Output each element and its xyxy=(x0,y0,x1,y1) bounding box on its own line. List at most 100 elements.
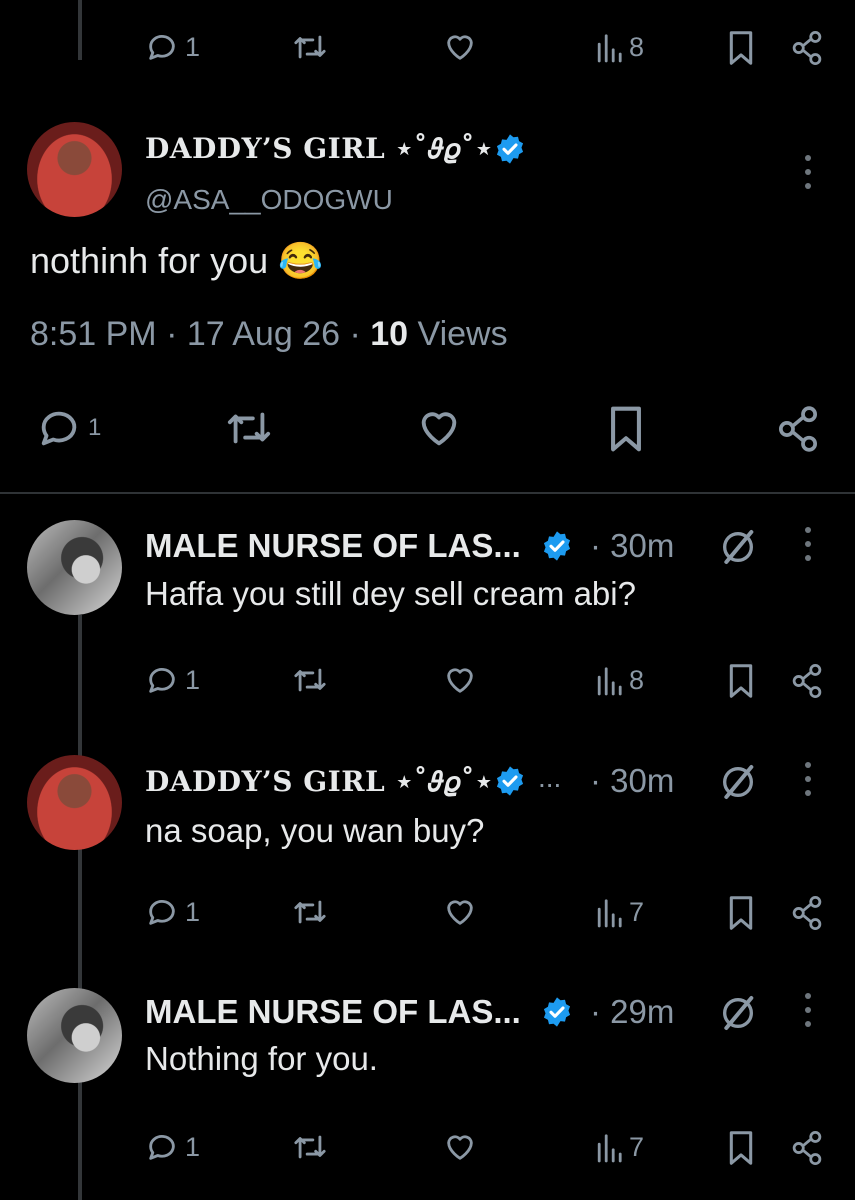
views-button[interactable]: 8 xyxy=(595,663,644,697)
repost-button[interactable] xyxy=(290,30,330,64)
views-icon xyxy=(597,34,622,63)
like-button[interactable] xyxy=(414,405,464,451)
reply-count: 1 xyxy=(88,414,102,441)
reply-button[interactable]: 1 xyxy=(145,30,200,64)
action-bar-previous: 1 8 xyxy=(0,30,855,70)
reply-icon xyxy=(149,900,175,925)
like-button[interactable] xyxy=(442,663,478,697)
repost-icon xyxy=(294,900,326,924)
reply-button[interactable]: 1 xyxy=(145,663,200,697)
reply-icon xyxy=(149,35,175,60)
more-options-icon[interactable] xyxy=(803,155,813,189)
bookmark-button[interactable] xyxy=(727,1130,755,1166)
reply-count: 1 xyxy=(185,664,201,695)
avatar[interactable] xyxy=(27,122,122,217)
views-button[interactable]: 7 xyxy=(595,895,644,929)
share-icon xyxy=(792,663,822,699)
tweet-text: Nothing for you. xyxy=(145,1040,378,1077)
reply-count: 1 xyxy=(185,31,201,62)
tweet-views-label[interactable]: Views xyxy=(418,315,508,353)
action-bar-reply-3: 1 7 xyxy=(0,1130,855,1170)
divider xyxy=(0,492,855,494)
action-bar-reply-2: 1 7 xyxy=(0,895,855,935)
more-options-icon[interactable] xyxy=(803,762,813,796)
repost-button[interactable] xyxy=(290,895,330,929)
views-button[interactable]: 7 xyxy=(595,1130,644,1164)
reply-icon xyxy=(41,411,77,446)
bookmark-icon xyxy=(611,406,641,452)
repost-icon xyxy=(294,1135,326,1159)
reply-icon xyxy=(149,668,175,693)
tweet-meta: 8:51 PM · 17 Aug 26 · 10 Views xyxy=(30,315,508,354)
repost-button[interactable] xyxy=(290,1130,330,1164)
heart-icon xyxy=(447,668,473,693)
views-button[interactable]: 8 xyxy=(595,30,644,64)
heart-icon xyxy=(447,900,473,925)
avatar[interactable] xyxy=(27,988,122,1083)
like-button[interactable] xyxy=(442,30,478,64)
reply-button[interactable]: 1 xyxy=(145,1130,200,1164)
grok-icon[interactable] xyxy=(718,762,758,802)
tweet-age[interactable]: · 29m xyxy=(590,993,674,1031)
tweet-age[interactable]: · 30m xyxy=(590,762,674,800)
bookmark-button[interactable] xyxy=(727,663,755,699)
views-icon xyxy=(597,1134,622,1163)
bookmark-icon xyxy=(729,896,753,930)
views-icon xyxy=(597,899,622,928)
heart-icon xyxy=(447,1135,473,1160)
handle[interactable]: @ASA__ODOGWU xyxy=(145,184,393,216)
reply-button[interactable]: 1 xyxy=(145,895,200,929)
tweet-age[interactable]: · 30m xyxy=(590,527,674,565)
display-name[interactable]: MALE NURSE OF LAS... xyxy=(145,993,521,1031)
action-bar-reply-1: 1 8 xyxy=(0,663,855,703)
share-button[interactable] xyxy=(790,1130,824,1166)
bookmark-icon xyxy=(729,31,753,65)
display-name[interactable]: DADDY’S GIRL ⋆˚𝜗𝜚˚⋆ xyxy=(145,132,493,166)
name-truncation: ... xyxy=(538,762,562,793)
repost-icon xyxy=(227,412,271,444)
tweet-text: nothinh for you 😂 xyxy=(30,240,323,281)
reply-button[interactable]: 1 xyxy=(36,405,101,451)
repost-button[interactable] xyxy=(222,405,276,451)
grok-icon[interactable] xyxy=(718,993,758,1033)
share-button[interactable] xyxy=(790,663,824,699)
avatar[interactable] xyxy=(27,520,122,615)
grok-icon[interactable] xyxy=(718,527,758,567)
share-button[interactable] xyxy=(790,30,824,66)
bookmark-button[interactable] xyxy=(727,895,755,931)
display-name[interactable]: MALE NURSE OF LAS... xyxy=(145,527,521,565)
heart-icon xyxy=(447,35,473,60)
like-button[interactable] xyxy=(442,1130,478,1164)
share-button[interactable] xyxy=(790,895,824,931)
views-count: 8 xyxy=(629,664,645,695)
share-icon xyxy=(792,1130,822,1166)
views-count: 8 xyxy=(629,31,645,62)
tweet-text: na soap, you wan buy? xyxy=(145,812,485,849)
views-count: 7 xyxy=(629,896,645,927)
tweet-views-count: 10 xyxy=(370,315,409,353)
repost-icon xyxy=(294,668,326,692)
more-options-icon[interactable] xyxy=(803,527,813,561)
display-name[interactable]: DADDY’S GIRL ⋆˚𝜗𝜚˚⋆ xyxy=(145,765,493,799)
verified-badge-icon xyxy=(496,134,524,164)
more-options-icon[interactable] xyxy=(803,993,813,1027)
tweet-text: Haffa you still dey sell cream abi? xyxy=(145,575,636,612)
repost-icon xyxy=(294,35,326,59)
like-button[interactable] xyxy=(442,895,478,929)
share-button[interactable] xyxy=(775,405,821,453)
avatar[interactable] xyxy=(27,755,122,850)
share-icon xyxy=(778,406,818,452)
tweet-time: 8:51 PM xyxy=(30,315,157,353)
views-icon xyxy=(597,667,622,696)
reply-icon xyxy=(149,1135,175,1160)
bookmark-icon xyxy=(729,1131,753,1165)
share-icon xyxy=(792,30,822,66)
repost-button[interactable] xyxy=(290,663,330,697)
bookmark-button[interactable] xyxy=(727,30,755,66)
meta-separator: · xyxy=(166,315,178,353)
verified-badge-icon xyxy=(543,997,571,1027)
verified-badge-icon xyxy=(496,766,524,796)
bookmark-button[interactable] xyxy=(606,405,646,453)
reply-count: 1 xyxy=(185,1131,201,1162)
bookmark-icon xyxy=(729,664,753,698)
